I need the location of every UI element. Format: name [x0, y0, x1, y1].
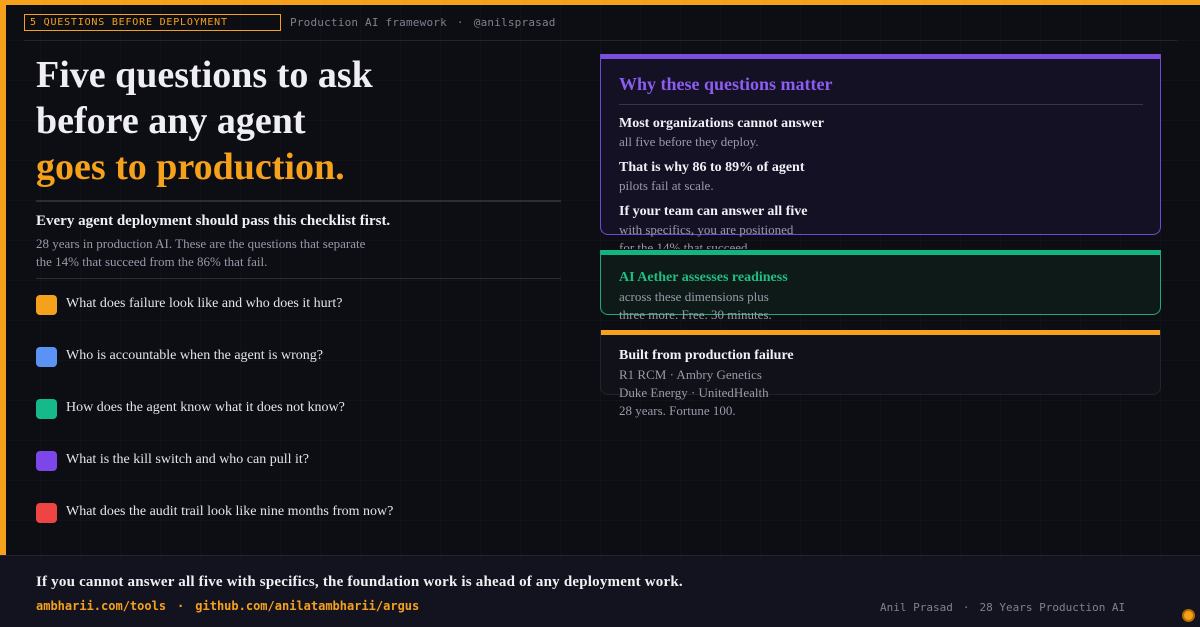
intro-line-2: the 14% that succeed from the 86% that f… — [36, 254, 268, 269]
why-panel-heading: Why these questions matter — [619, 74, 833, 94]
question-text-3: How does the agent know what it does not… — [66, 400, 345, 415]
built-panel-title: Built from production failure — [619, 348, 794, 363]
question-text-5: What does the audit trail look like nine… — [66, 504, 394, 519]
subheading: Every agent deployment should pass this … — [36, 213, 391, 229]
question-item-2: Who is accountable when the agent is wro… — [36, 346, 393, 398]
why-item-line-3a: with specifics, you are positioned — [619, 222, 794, 237]
footer-message: If you cannot answer all five with speci… — [36, 574, 683, 590]
question-marker-1 — [36, 295, 57, 315]
why-item-title-1: Most organizations cannot answer — [619, 116, 824, 131]
page-title: Five questions to ask before any agent g… — [36, 52, 373, 190]
why-panel-divider — [619, 104, 1143, 105]
footer-author-separator: · — [962, 601, 970, 614]
header-tag: 5 QUESTIONS BEFORE DEPLOYMENT — [24, 14, 281, 31]
intro-divider — [36, 278, 561, 279]
left-accent-bar — [0, 0, 6, 555]
top-accent-bar — [0, 0, 1200, 5]
aether-panel-line-1: across these dimensions plus — [619, 289, 769, 304]
question-item-3: How does the agent know what it does not… — [36, 398, 393, 450]
title-line-1: Five questions to ask — [36, 54, 373, 96]
question-text-1: What does failure look like and who does… — [66, 296, 343, 311]
built-panel-bar — [601, 330, 1160, 335]
question-marker-3 — [36, 399, 57, 419]
question-list: What does failure look like and who does… — [36, 294, 393, 554]
question-marker-2 — [36, 347, 57, 367]
why-item-line-2: pilots fail at scale. — [619, 178, 714, 193]
why-item-title-3: If your team can answer all five — [619, 204, 808, 219]
question-item-4: What is the kill switch and who can pull… — [36, 450, 393, 502]
question-marker-4 — [36, 451, 57, 471]
aether-panel-bar — [601, 250, 1160, 255]
aether-panel-title: AI Aether assesses readiness — [619, 270, 788, 285]
intro-line-1: 28 years in production AI. These are the… — [36, 236, 366, 251]
title-divider — [36, 200, 561, 202]
built-panel-line-2: Duke Energy · UnitedHealth — [619, 385, 769, 400]
header-subtitle: Production AI framework — [290, 16, 447, 29]
title-line-2: before any agent — [36, 100, 306, 142]
question-item-1: What does failure look like and who does… — [36, 294, 393, 346]
built-panel-line-3: 28 years. Fortune 100. — [619, 403, 736, 418]
why-item-title-2: That is why 86 to 89% of agent — [619, 160, 805, 175]
built-panel-line-1: R1 RCM · Ambry Genetics — [619, 367, 762, 382]
footer-links: ambharii.com/tools · github.com/anilatambh… — [36, 599, 419, 613]
aether-panel-line-2: three more. Free. 30 minutes. — [619, 307, 772, 322]
footer-link-separator: · — [177, 599, 185, 613]
aether-panel: AI Aether assesses readiness across thes… — [600, 250, 1161, 322]
corner-badge-icon — [1182, 609, 1195, 622]
intro-text: 28 years in production AI. These are the… — [36, 235, 396, 271]
header-meta: Production AI framework · @anilsprasad — [290, 16, 556, 29]
why-panel-bar — [601, 54, 1160, 59]
footer-author-note: 28 Years Production AI — [979, 601, 1126, 614]
footer-author-name: Anil Prasad — [880, 601, 953, 614]
header: 5 QUESTIONS BEFORE DEPLOYMENT Production… — [24, 14, 556, 31]
title-line-3: goes to production. — [36, 146, 345, 188]
why-panel: Why these questions matter Most organiza… — [600, 54, 1161, 249]
footer: If you cannot answer all five with speci… — [0, 555, 1200, 627]
footer-link-tools[interactable]: ambharii.com/tools — [36, 599, 166, 613]
header-divider — [24, 40, 1177, 41]
header-separator: · — [456, 16, 464, 29]
footer-link-github[interactable]: github.com/anilatambharii/argus — [195, 599, 419, 613]
why-item-line-3b: for the 14% that succeed. — [619, 240, 751, 249]
question-item-5: What does the audit trail look like nine… — [36, 502, 393, 554]
built-panel: Built from production failure R1 RCM · A… — [600, 330, 1161, 418]
header-handle[interactable]: @anilsprasad — [474, 16, 556, 29]
footer-author: Anil Prasad · 28 Years Production AI — [880, 601, 1125, 614]
question-text-2: Who is accountable when the agent is wro… — [66, 348, 323, 363]
why-item-line-1: all five before they deploy. — [619, 134, 759, 149]
question-text-4: What is the kill switch and who can pull… — [66, 452, 310, 467]
question-marker-5 — [36, 503, 57, 523]
